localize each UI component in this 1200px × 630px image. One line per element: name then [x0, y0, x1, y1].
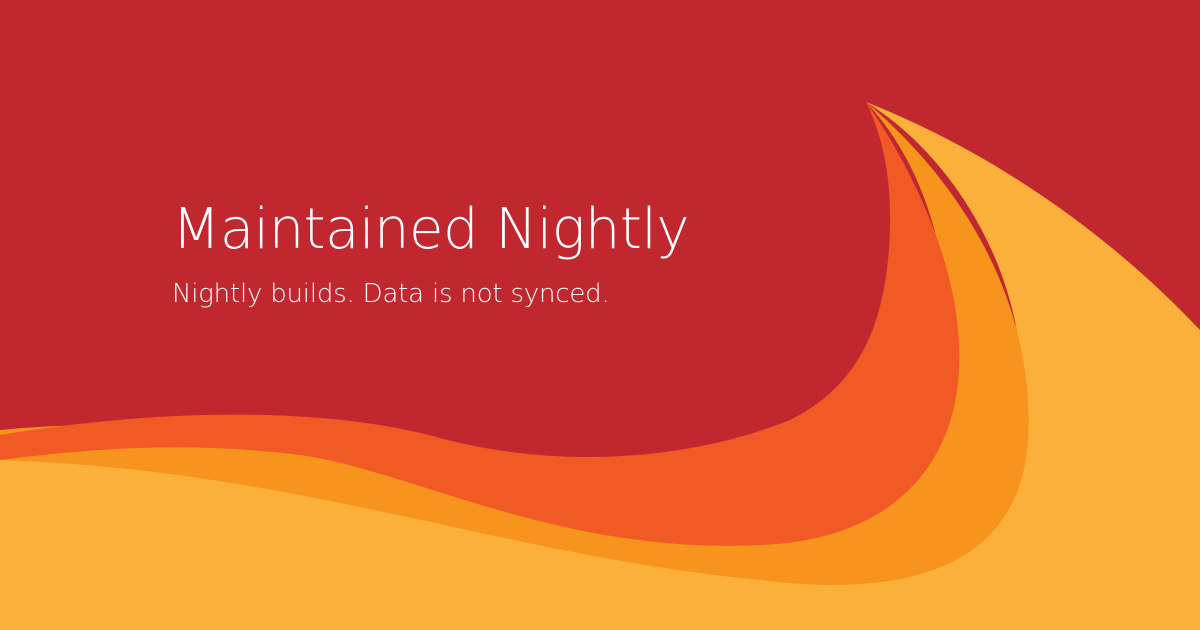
page-title: Maintained Nightly	[172, 197, 690, 262]
page-subtitle: Nightly builds. Data is not synced.	[172, 279, 610, 309]
hero-banner: Maintained Nightly Nightly builds. Data …	[0, 0, 1200, 630]
hero-text: Maintained Nightly Nightly builds. Data …	[172, 190, 872, 318]
